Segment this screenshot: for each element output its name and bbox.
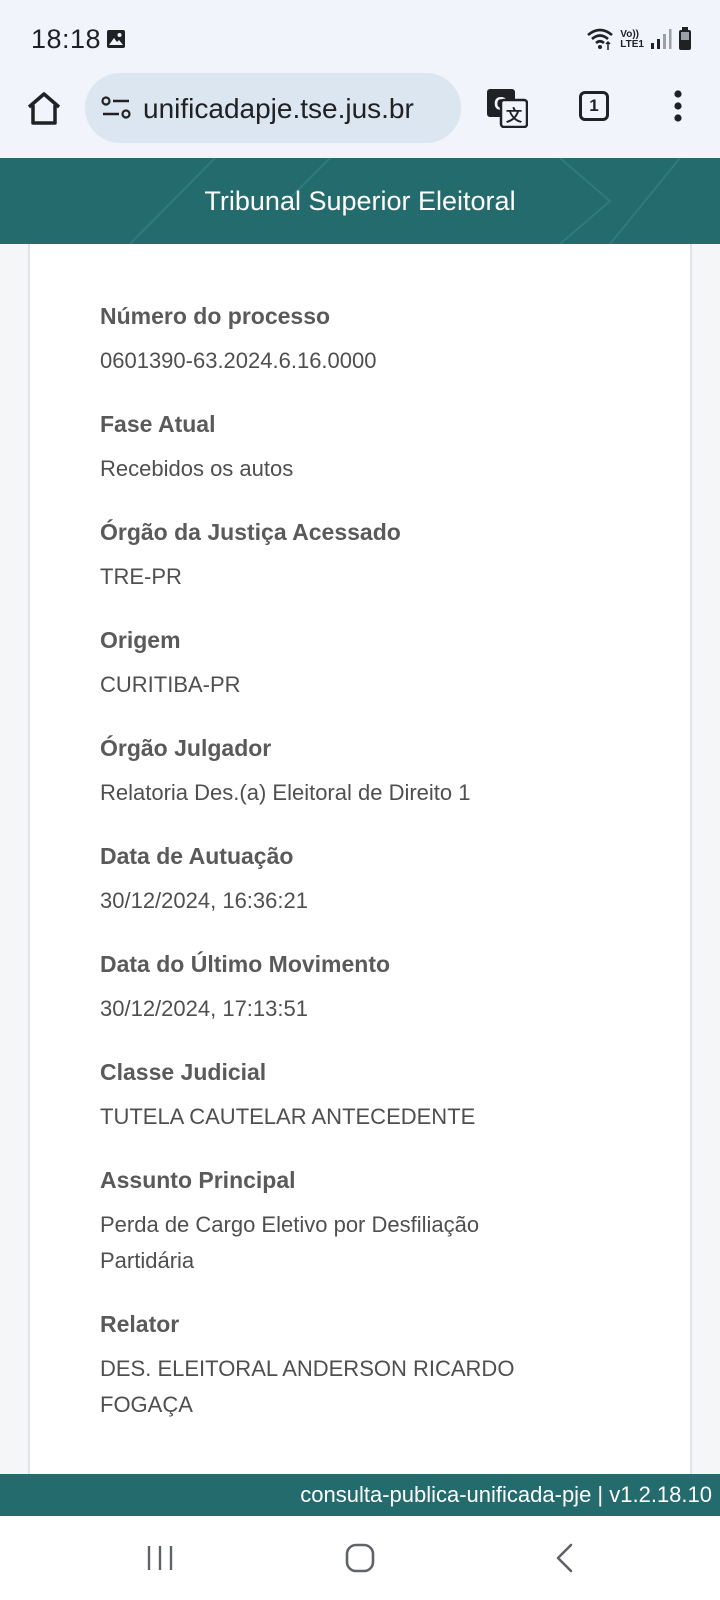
field-label: Classe Judicial xyxy=(100,1059,267,1085)
home-icon[interactable] xyxy=(24,88,64,128)
signal-icon xyxy=(651,29,672,49)
recents-icon[interactable] xyxy=(145,1544,175,1572)
browser-toolbar: unificadapje.tse.jus.br G 文 1 xyxy=(0,73,720,158)
field-ultimo-movimento: Data do Último Movimento 30/12/2024, 17:… xyxy=(100,949,620,1027)
wifi-icon xyxy=(587,28,614,50)
field-label: Fase Atual xyxy=(100,411,216,437)
page-header: Tribunal Superior Eleitoral xyxy=(0,158,720,244)
field-relator: Relator DES. ELEITORAL ANDERSON RICARDO … xyxy=(100,1309,540,1423)
back-icon[interactable] xyxy=(553,1542,575,1574)
field-value: DES. ELEITORAL ANDERSON RICARDO FOGAÇA xyxy=(100,1356,515,1417)
field-value: Recebidos os autos xyxy=(100,456,294,481)
field-label: Órgão Julgador xyxy=(100,735,272,761)
content-area: Número do processo 0601390-63.2024.6.16.… xyxy=(0,244,720,1474)
field-label: Data do Último Movimento xyxy=(100,951,391,977)
field-label: Relator xyxy=(100,1311,180,1337)
field-label: Origem xyxy=(100,627,181,653)
status-bar: 18:18 Vo)) LTE1 xyxy=(0,0,720,78)
field-label: Órgão da Justiça Acessado xyxy=(100,519,401,545)
status-indicators: Vo)) LTE1 xyxy=(586,24,692,54)
tab-count: 1 xyxy=(589,96,599,115)
field-orgao-justica: Órgão da Justiça Acessado TRE-PR xyxy=(100,517,620,595)
field-numero-processo: Número do processo 0601390-63.2024.6.16.… xyxy=(100,301,620,379)
address-bar[interactable]: unificadapje.tse.jus.br xyxy=(85,73,461,143)
footer-version: consulta-publica-unificada-pje | v1.2.18… xyxy=(300,1482,712,1507)
svg-text:文: 文 xyxy=(506,106,523,125)
status-time: 18:18 xyxy=(31,24,102,54)
network-type: Vo)) LTE1 xyxy=(620,29,644,50)
more-options-icon[interactable] xyxy=(668,88,688,128)
field-value: 30/12/2024, 17:13:51 xyxy=(100,996,308,1021)
tab-switcher-icon[interactable]: 1 xyxy=(579,91,609,121)
page-footer: consulta-publica-unificada-pje | v1.2.18… xyxy=(0,1474,720,1516)
field-value: Perda de Cargo Eletivo por Desfiliação P… xyxy=(100,1212,480,1273)
translate-icon[interactable]: G 文 xyxy=(486,88,528,128)
gallery-icon xyxy=(107,30,125,48)
system-nav-bar xyxy=(0,1516,720,1600)
field-value: TUTELA CAUTELAR ANTECEDENTE xyxy=(100,1104,476,1129)
field-label: Assunto Principal xyxy=(100,1167,296,1193)
battery-icon xyxy=(679,27,691,50)
process-details-card: Número do processo 0601390-63.2024.6.16.… xyxy=(28,244,692,1474)
field-origem: Origem CURITIBA-PR xyxy=(100,625,620,703)
url-text[interactable]: unificadapje.tse.jus.br xyxy=(143,93,414,125)
field-value: TRE-PR xyxy=(100,564,182,589)
field-label: Data de Autuação xyxy=(100,843,294,869)
page-title: Tribunal Superior Eleitoral xyxy=(204,186,516,216)
field-orgao-julgador: Órgão Julgador Relatoria Des.(a) Eleitor… xyxy=(100,733,620,811)
home-nav-icon[interactable] xyxy=(345,1543,375,1573)
field-value: CURITIBA-PR xyxy=(100,672,241,697)
field-data-autuacao: Data de Autuação 30/12/2024, 16:36:21 xyxy=(100,841,620,919)
field-assunto-principal: Assunto Principal Perda de Cargo Eletivo… xyxy=(100,1165,540,1279)
field-classe-judicial: Classe Judicial TUTELA CAUTELAR ANTECEDE… xyxy=(100,1057,620,1135)
field-value: 30/12/2024, 16:36:21 xyxy=(100,888,308,913)
field-fase-atual: Fase Atual Recebidos os autos xyxy=(100,409,620,487)
field-value: Relatoria Des.(a) Eleitoral de Direito 1 xyxy=(100,780,471,805)
field-value: 0601390-63.2024.6.16.0000 xyxy=(100,348,377,373)
site-settings-icon[interactable] xyxy=(101,95,131,121)
field-label: Número do processo xyxy=(100,303,331,329)
